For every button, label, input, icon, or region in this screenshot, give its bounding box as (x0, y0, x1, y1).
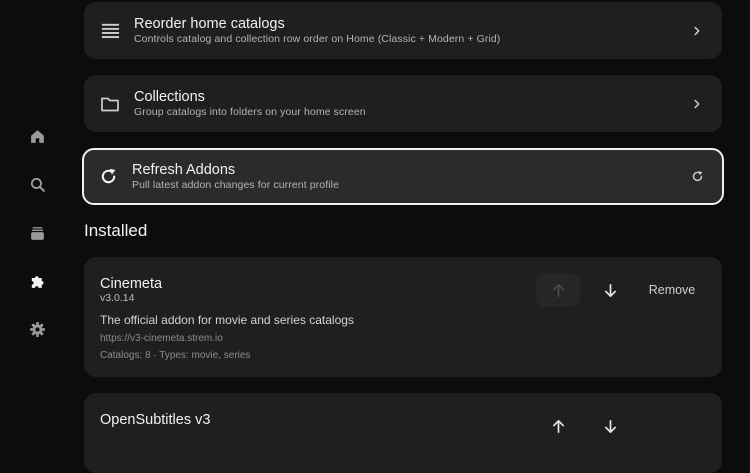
addon-card-cinemeta: Cinemeta v3.0.14 The official addon for … (84, 257, 722, 377)
addon-name: OpenSubtitles v3 (100, 412, 211, 428)
chevron-right-icon (690, 24, 704, 38)
move-up-button[interactable] (536, 409, 580, 443)
move-down-button[interactable] (590, 273, 630, 307)
arrow-up-icon (552, 283, 564, 297)
row-subtitle: Controls catalog and collection row orde… (134, 33, 501, 45)
row-title: Refresh Addons (132, 162, 236, 178)
addon-description: The official addon for movie and series … (100, 313, 354, 327)
addon-name: Cinemeta (100, 276, 163, 292)
folder-icon (100, 94, 120, 114)
move-up-button[interactable] (536, 273, 580, 307)
arrow-down-icon (604, 283, 616, 297)
refresh-addons-row[interactable]: Refresh Addons Pull latest addon changes… (82, 148, 724, 205)
nav-rail (0, 0, 74, 422)
collections-row[interactable]: Collections Group catalogs into folders … (84, 75, 722, 132)
addon-url: https://v3-cinemeta.strem.io (100, 333, 223, 344)
list-icon (100, 21, 120, 41)
installed-section-title: Installed (84, 221, 148, 240)
library-icon[interactable] (28, 224, 46, 242)
row-title: Collections (134, 89, 205, 105)
puzzle-icon[interactable] (28, 272, 46, 290)
row-subtitle: Group catalogs into folders on your home… (134, 106, 366, 118)
gear-icon[interactable] (28, 320, 46, 338)
row-subtitle: Pull latest addon changes for current pr… (132, 179, 340, 191)
home-icon[interactable] (28, 127, 46, 145)
refresh-icon (98, 167, 118, 187)
move-down-button[interactable] (590, 409, 630, 443)
arrow-up-icon (552, 419, 564, 433)
reorder-home-catalogs-row[interactable]: Reorder home catalogs Controls catalog a… (84, 2, 722, 59)
remove-button[interactable]: Remove (640, 273, 704, 307)
arrow-down-icon (604, 419, 616, 433)
addon-version: v3.0.14 (100, 292, 135, 304)
row-title: Reorder home catalogs (134, 16, 285, 32)
addon-card-opensubtitles: OpenSubtitles v3 (84, 393, 722, 473)
chevron-right-icon (690, 97, 704, 111)
refresh-small-icon (690, 170, 704, 184)
search-icon[interactable] (28, 175, 46, 193)
addon-meta: Catalogs: 8 · Types: movie, series (100, 350, 251, 361)
